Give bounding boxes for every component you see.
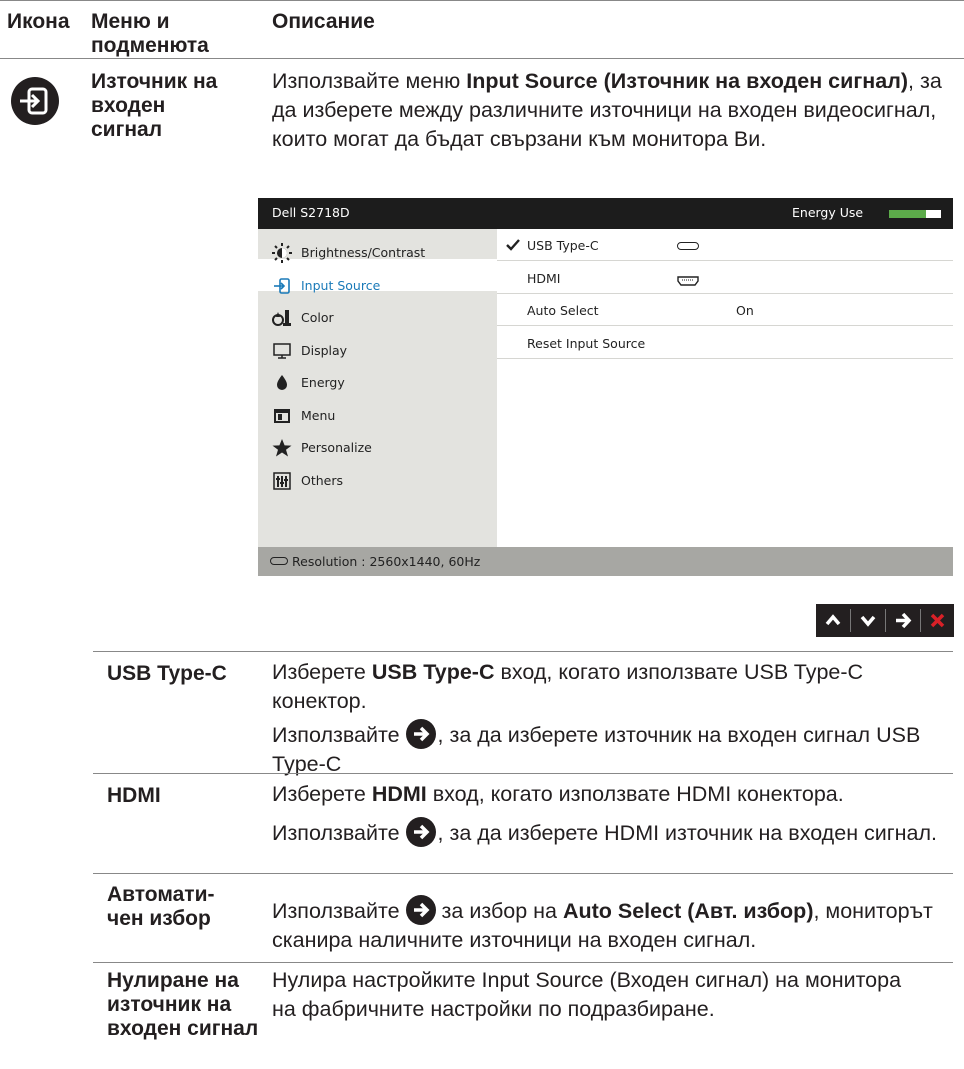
down-icon[interactable] — [851, 604, 885, 637]
color-icon — [272, 308, 292, 328]
row-auto-name-line1: Автомати- — [107, 883, 215, 906]
osd-menu-item[interactable]: Others — [258, 471, 497, 495]
row-hdmi-p2-suffix: , за да изберете HDMI източник на входен… — [437, 821, 937, 845]
row-reset-p1: Нулира настройките Input Source (Входен … — [272, 968, 902, 1021]
row-usb-p1: Изберете USB Type-C вход, когато използв… — [272, 658, 952, 716]
osd-option-label: Reset Input Source — [527, 335, 646, 351]
osd-menu-item[interactable]: Brightness/Contrast — [258, 243, 497, 267]
osd-option-label: HDMI — [527, 270, 561, 286]
section-desc-bold: Input Source (Източник на входен сигнал) — [466, 69, 909, 93]
osd-option-row[interactable]: Auto Select On — [497, 294, 953, 326]
right-arrow-button-icon — [405, 719, 436, 749]
osd-option-row[interactable]: Reset Input Source — [497, 327, 953, 359]
row-rule — [93, 873, 953, 874]
row-hdmi-p1-suffix: вход, когато използвате HDMI конектора. — [426, 782, 844, 806]
close-icon[interactable] — [921, 604, 954, 637]
display-icon — [272, 341, 292, 361]
osd-menu-item-label: Display — [301, 342, 348, 358]
osd-menu-item-label: Others — [301, 472, 344, 488]
osd-menu-item[interactable]: Input Source — [258, 276, 497, 300]
osd-energy-meter — [889, 210, 941, 218]
osd-menu-item[interactable]: Display — [258, 341, 497, 365]
usb-c-icon — [677, 242, 699, 250]
osd-menu-item[interactable]: Personalize — [258, 438, 497, 462]
row-hdmi-p2: Използвайте , за да изберете HDMI източн… — [272, 817, 952, 848]
hdmi-icon — [677, 273, 699, 286]
row-hdmi-p1-bold: HDMI — [371, 782, 427, 806]
row-usb-name: USB Type-C — [107, 662, 227, 685]
up-icon[interactable] — [816, 604, 850, 637]
osd-menu-item[interactable]: Menu — [258, 406, 497, 430]
osd-option-label: USB Type-C — [527, 238, 599, 253]
others-icon — [272, 471, 292, 491]
row-hdmi-p1-prefix: Изберете — [272, 782, 372, 806]
star-icon — [272, 438, 292, 458]
osd-energy-label: Energy Use — [792, 205, 864, 220]
col-header-description: Описание — [272, 10, 375, 33]
row-usb-p1-bold: USB Type-C — [371, 660, 495, 684]
header-bottom-rule — [0, 58, 964, 59]
energy-icon — [272, 373, 292, 393]
section-description: Използвайте меню Input Source (Източник … — [272, 67, 952, 154]
osd-menu-item[interactable]: Energy — [258, 373, 497, 397]
row-hdmi-p2-prefix: Използвайте — [272, 821, 406, 845]
row-auto-p1-word: за избор на — [441, 899, 563, 923]
row-auto-p1-prefix: Използвайте — [272, 899, 406, 923]
right-arrow-icon[interactable] — [886, 604, 920, 637]
row-usb-p2-prefix: Използвайте — [272, 723, 406, 747]
osd-status: Resolution : 2560x1440, 60Hz — [292, 554, 481, 569]
row-rule — [93, 651, 953, 652]
menu-icon — [272, 406, 292, 426]
osd-model: Dell S2718D — [272, 205, 350, 220]
osd-menu-item-label: Input Source — [301, 277, 381, 293]
row-rule — [93, 773, 953, 774]
osd-menu-item-label: Energy — [301, 375, 345, 390]
section-desc-prefix: Използвайте меню — [272, 69, 467, 93]
osd-menu: Dell S2718D Energy Use Brightness/Contra… — [258, 198, 953, 576]
table-top-rule — [0, 0, 964, 1]
osd-title-bar: Dell S2718D Energy Use — [258, 198, 953, 229]
osd-menu-item-label: Brightness/Contrast — [301, 245, 426, 260]
usb-c-icon — [270, 557, 288, 565]
row-auto-name: Автомати- чен избор — [107, 883, 257, 931]
osd-energy-fill — [889, 210, 927, 218]
osd-status-bar: Resolution : 2560x1440, 60Hz — [258, 547, 953, 576]
right-arrow-button-icon — [405, 895, 436, 925]
col-header-icon: Икона — [7, 10, 70, 33]
row-auto-name-line2: чен избор — [107, 907, 211, 930]
row-hdmi-p1: Изберете HDMI вход, когато използвате HD… — [272, 780, 952, 809]
row-auto-p1-bold: Auto Select (Авт. избор) — [562, 899, 814, 923]
osd-menu-item[interactable]: Color — [258, 308, 497, 332]
col-header-menu: Меню и подменюта — [91, 10, 209, 57]
osd-menu-item-label: Color — [301, 310, 334, 325]
row-usb-p1-prefix: Изберете — [272, 660, 372, 684]
osd-nav-buttons — [816, 604, 954, 637]
row-auto-p1: Използвайте за избор на Auto Select (Авт… — [272, 895, 958, 955]
checkmark-icon — [506, 238, 520, 252]
osd-option-label: Auto Select — [527, 303, 599, 318]
osd-option-row[interactable]: USB Type-C — [497, 229, 953, 261]
osd-option-divider — [497, 357, 953, 359]
row-reset-name: Нулиране на източник на входен сигнал — [107, 969, 259, 1040]
section-name: Източник на входен сигнал — [91, 70, 218, 141]
row-rule — [93, 962, 953, 963]
row-usb-p2: Използвайте , за да изберете източник на… — [272, 719, 952, 779]
right-arrow-button-icon — [405, 817, 436, 847]
osd-menu-item-label: Menu — [301, 407, 336, 423]
brightness-icon — [272, 243, 292, 263]
osd-option-row[interactable]: HDMI — [497, 262, 953, 294]
osd-menu-item-label: Personalize — [301, 440, 372, 455]
input-source-icon — [272, 276, 292, 296]
row-hdmi-name: HDMI — [107, 784, 161, 807]
input-source-icon — [10, 76, 60, 126]
osd-option-value: On — [736, 303, 754, 318]
